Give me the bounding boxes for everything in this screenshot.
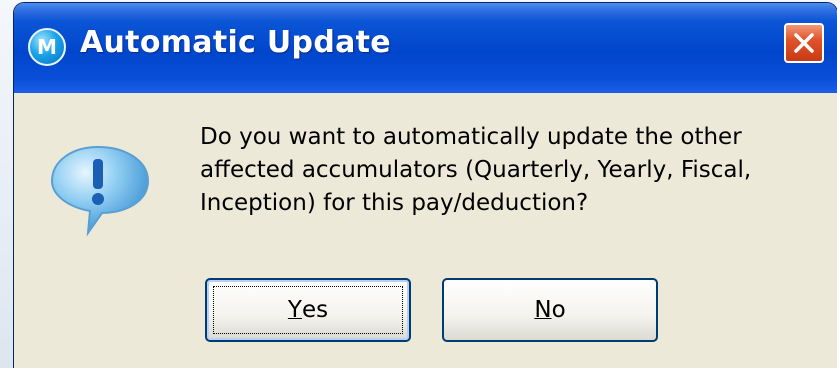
dialog-title: Automatic Update [80, 25, 391, 60]
message-line: Inception) for this pay/deduction? [200, 190, 589, 216]
dialog-message: Do you want to automatically update the … [200, 121, 820, 220]
message-line: Do you want to automatically update the … [200, 124, 742, 150]
yes-button[interactable]: Yes [205, 278, 411, 342]
no-label-rest: o [551, 297, 566, 323]
information-icon [48, 141, 168, 246]
no-button[interactable]: No [442, 278, 658, 342]
automatic-update-dialog: M Automatic Update Do you want to automa… [14, 3, 837, 368]
app-logo-icon: M [28, 28, 66, 66]
close-button[interactable] [784, 23, 824, 63]
no-mnemonic: N [534, 297, 552, 323]
title-bar[interactable]: M Automatic Update [14, 3, 837, 93]
close-icon [794, 33, 814, 53]
message-line: affected accumulators (Quarterly, Yearly… [200, 157, 752, 183]
app-logo-letter: M [37, 35, 57, 59]
focus-ring [213, 286, 403, 334]
yes-mnemonic: Y [287, 297, 302, 323]
